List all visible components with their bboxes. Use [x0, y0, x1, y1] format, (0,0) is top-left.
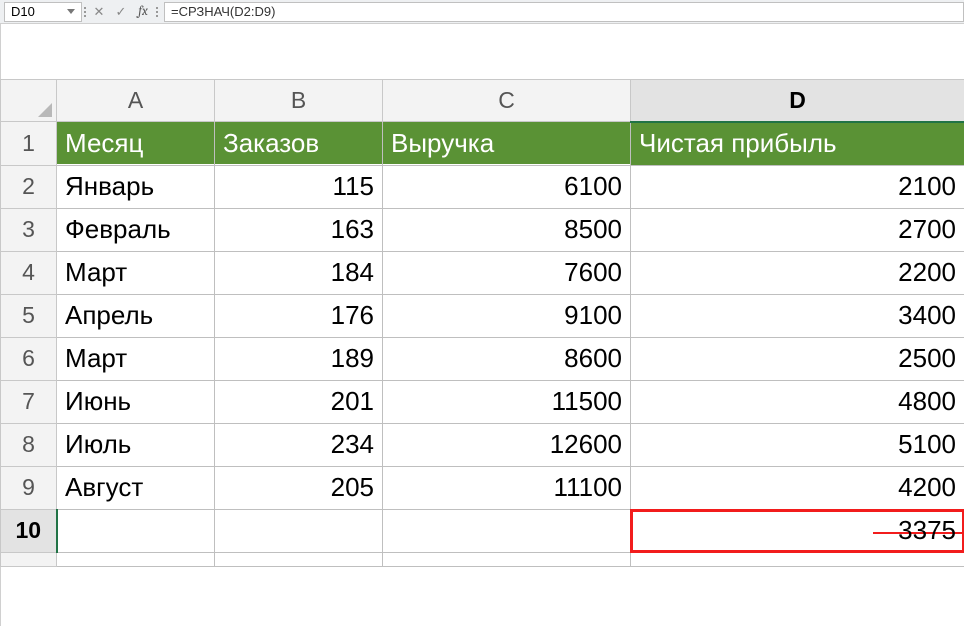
cell-C9[interactable]: 11100 [383, 467, 630, 509]
col-header-A[interactable]: A [57, 80, 215, 122]
table-row: 7 Июнь 201 11500 4800 [1, 380, 964, 423]
vdots-icon [156, 7, 158, 17]
table-row: 5 Апрель 176 9100 3400 [1, 294, 964, 337]
table-row: 6 Март 189 8600 2500 [1, 337, 964, 380]
cell-D10-active[interactable]: 3375 [631, 510, 964, 552]
col-header-B[interactable]: B [215, 80, 383, 122]
row-header-1[interactable]: 1 [1, 122, 57, 166]
table-row: 2 Январь 115 6100 2100 [1, 165, 964, 208]
cell-D6[interactable]: 2500 [631, 338, 964, 380]
cell-C6[interactable]: 8600 [383, 338, 630, 380]
cell-B2[interactable]: 115 [215, 166, 382, 208]
row-header-10[interactable]: 10 [1, 509, 57, 552]
cell-D9[interactable]: 4200 [631, 467, 964, 509]
row-header-6[interactable]: 6 [1, 337, 57, 380]
cell-C10[interactable] [383, 510, 630, 552]
col-header-C[interactable]: C [383, 80, 631, 122]
row-header-3[interactable]: 3 [1, 208, 57, 251]
cell-A7[interactable]: Июнь [57, 381, 214, 423]
select-all-corner[interactable] [1, 80, 57, 122]
col-header-D[interactable]: D [631, 80, 964, 122]
cell-D7[interactable]: 4800 [631, 381, 964, 423]
cell-B9[interactable]: 205 [215, 467, 382, 509]
formula-input[interactable]: =СРЗНАЧ(D2:D9) [164, 2, 964, 22]
vdots-icon [84, 7, 86, 17]
cell-C5[interactable]: 9100 [383, 295, 630, 337]
cell-B10[interactable] [215, 510, 382, 552]
cell-B5[interactable]: 176 [215, 295, 382, 337]
cancel-button[interactable]: ✕ [88, 2, 110, 22]
cell-A5[interactable]: Апрель [57, 295, 214, 337]
row-header-8[interactable]: 8 [1, 423, 57, 466]
cell-B4[interactable]: 184 [215, 252, 382, 294]
cell-B6[interactable]: 189 [215, 338, 382, 380]
cell-D2[interactable]: 2100 [631, 166, 964, 208]
cell-D5[interactable]: 3400 [631, 295, 964, 337]
cell-C1[interactable]: Выручка [383, 122, 630, 164]
column-header-row: A B C D [1, 80, 964, 122]
table-row: 4 Март 184 7600 2200 [1, 251, 964, 294]
name-box-value: D10 [11, 4, 35, 19]
cell-A2[interactable]: Январь [57, 166, 214, 208]
name-box[interactable]: D10 [4, 2, 82, 22]
fx-button[interactable]: fx [132, 2, 154, 22]
cell-D3[interactable]: 2700 [631, 209, 964, 251]
table-row: 3 Февраль 163 8500 2700 [1, 208, 964, 251]
row-header-11[interactable] [1, 552, 57, 566]
name-box-dropdown-icon[interactable] [67, 9, 75, 14]
worksheet: A B C D 1 Месяц Заказов Выручка Чистая п… [0, 79, 964, 567]
cell-A9[interactable]: Август [57, 467, 214, 509]
cell-A4[interactable]: Март [57, 252, 214, 294]
table-row: 8 Июль 234 12600 5100 [1, 423, 964, 466]
table-header-row: 1 Месяц Заказов Выручка Чистая прибыль [1, 122, 964, 166]
formula-bar: D10 ✕ ✓ fx =СРЗНАЧ(D2:D9) [0, 0, 964, 24]
cell-C7[interactable]: 11500 [383, 381, 630, 423]
cell-A8[interactable]: Июль [57, 424, 214, 466]
cell-A6[interactable]: Март [57, 338, 214, 380]
cell-C3[interactable]: 8500 [383, 209, 630, 251]
enter-button[interactable]: ✓ [110, 2, 132, 22]
row-header-7[interactable]: 7 [1, 380, 57, 423]
row-header-2[interactable]: 2 [1, 165, 57, 208]
cell-C2[interactable]: 6100 [383, 166, 630, 208]
row-header-4[interactable]: 4 [1, 251, 57, 294]
table-row [1, 552, 964, 566]
table-row: 9 Август 205 11100 4200 [1, 466, 964, 509]
active-row: 10 3375 [1, 509, 964, 552]
cell-B8[interactable]: 234 [215, 424, 382, 466]
cell-A1[interactable]: Месяц [57, 122, 214, 164]
cell-D4[interactable]: 2200 [631, 252, 964, 294]
cell-B3[interactable]: 163 [215, 209, 382, 251]
cell-C4[interactable]: 7600 [383, 252, 630, 294]
cell-C8[interactable]: 12600 [383, 424, 630, 466]
cell-B1[interactable]: Заказов [215, 122, 382, 164]
grid-table: A B C D 1 Месяц Заказов Выручка Чистая п… [0, 79, 964, 567]
cell-A10[interactable] [58, 510, 215, 552]
cell-B7[interactable]: 201 [215, 381, 382, 423]
row-header-5[interactable]: 5 [1, 294, 57, 337]
row-header-9[interactable]: 9 [1, 466, 57, 509]
cell-D8[interactable]: 5100 [631, 424, 964, 466]
cell-D1[interactable]: Чистая прибыль [631, 123, 964, 165]
cell-A3[interactable]: Февраль [57, 209, 214, 251]
